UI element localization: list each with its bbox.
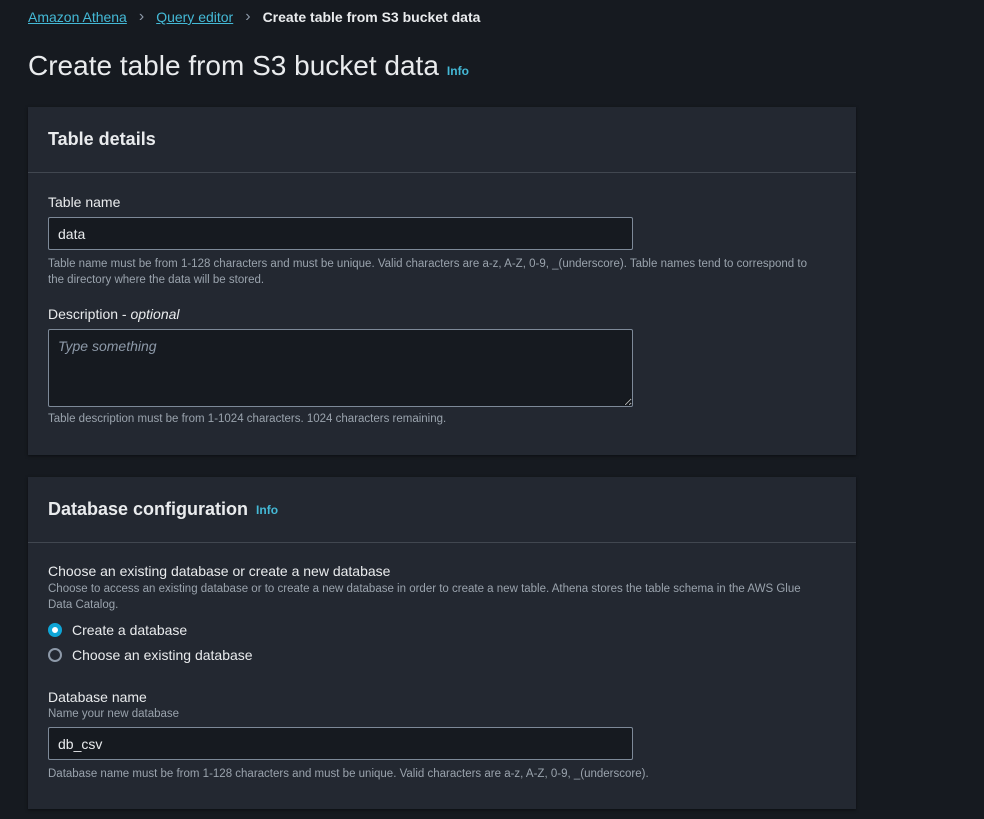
database-configuration-panel: Database configuration Info Choose an exi…: [28, 477, 856, 809]
panel-header: Database configuration Info: [28, 477, 856, 543]
choose-database-label: Choose an existing database or create a …: [48, 563, 391, 579]
radio-selected-icon: [48, 623, 62, 637]
page-title: Create table from S3 bucket data Info: [28, 50, 469, 82]
breadcrumb-query-editor[interactable]: Query editor: [156, 9, 233, 25]
radio-create-database[interactable]: Create a database: [48, 622, 836, 638]
chevron-right-icon: ›: [245, 8, 251, 25]
description-label: Description - optional: [48, 306, 180, 322]
choose-database-hint: Choose to access an existing database or…: [48, 583, 801, 611]
radio-unselected-icon: [48, 648, 62, 662]
panel-header: Table details: [28, 107, 856, 173]
description-input[interactable]: [48, 329, 633, 407]
table-details-panel: Table details Table name data Table name…: [28, 107, 856, 455]
database-name-sublabel: Name your new database: [48, 708, 180, 720]
chevron-right-icon: ›: [138, 8, 145, 25]
breadcrumb-current: Create table from S3 bucket data: [262, 9, 481, 25]
database-name-hint: Database name must be from 1-128 charact…: [48, 768, 649, 780]
database-name-input[interactable]: db_csv: [48, 727, 633, 760]
page-title-text: Create table from S3 bucket data: [28, 50, 439, 81]
table-name-label: Table name: [48, 194, 121, 210]
table-name-input[interactable]: data: [48, 217, 633, 250]
description-hint: Table description must be from 1-1024 ch…: [48, 413, 447, 425]
breadcrumb: Amazon Athena › Query editor › Create ta…: [28, 8, 480, 26]
info-link[interactable]: Info: [447, 64, 469, 78]
database-name-label: Database name: [48, 689, 147, 705]
info-link[interactable]: Info: [256, 503, 278, 517]
radio-choose-existing-database[interactable]: Choose an existing database: [48, 647, 836, 663]
breadcrumb-amazon-athena[interactable]: Amazon Athena: [28, 9, 127, 25]
table-name-hint: Table name must be from 1-128 characters…: [48, 258, 807, 286]
